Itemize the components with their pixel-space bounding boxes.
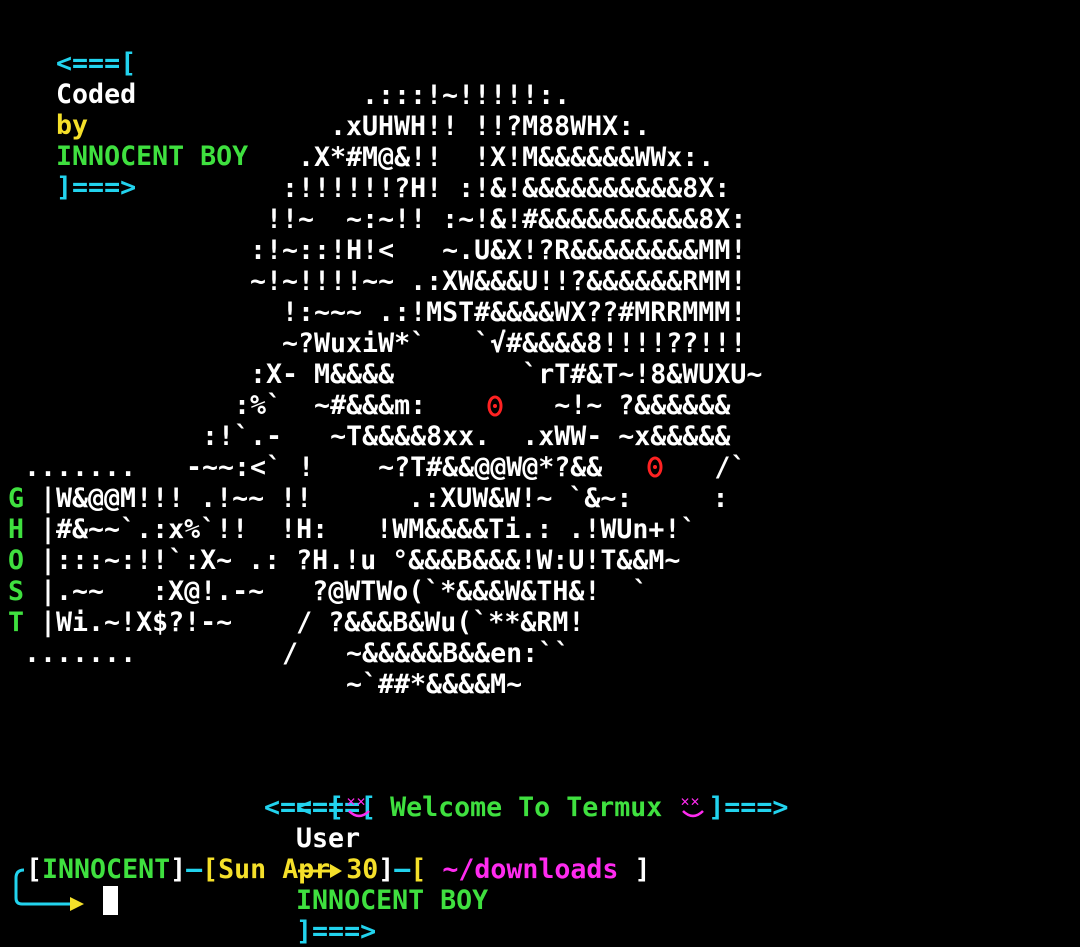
header-by: by (56, 110, 89, 141)
banner-welcome-text: Welcome To Termux (390, 792, 663, 823)
ghost-letter-s: S (8, 576, 25, 607)
prompt-line: [INNOCENT]—[Sun Apr 30]—[ ~/downloads ] (26, 854, 651, 885)
svg-text:✕✕: ✕✕ (346, 795, 366, 809)
banner-welcome-right: ]===> (708, 792, 789, 823)
dizzy-face-icon: ✕✕ (346, 795, 370, 818)
header-left-bracket: <===[ (56, 48, 137, 79)
art-line-11: :%` ~#&&&m: ~!~ ?&&&&&& (234, 390, 731, 421)
header-coded: Coded (56, 79, 137, 110)
art-line-18: |Wi.~!X$?!-~ / ?&&&B&Wu(`**&RM! (40, 607, 585, 638)
prompt-user: INNOCENT (42, 854, 171, 885)
art-line-16: |:::~:!!`:X~ .: ?H.!u °&&&B&&&!W:U!T&&M~ (40, 545, 681, 576)
header-author: INNOCENT BOY (56, 141, 249, 172)
banner-user-name: INNOCENT BOY (296, 885, 489, 916)
ghost-letter-h: H (8, 514, 25, 545)
terminal-cursor[interactable] (103, 886, 118, 915)
svg-text:✕✕: ✕✕ (680, 795, 700, 809)
art-line-12: :!`.- ~T&&&&8xx. .xWW- ~x&&&&& (202, 421, 731, 452)
dizzy-face-icon: ✕✕ (680, 795, 705, 818)
art-line-19: / ~&&&&&B&&en:`` (282, 638, 571, 669)
art-line-13: -~~:<` ! ~?T#&&@@W@*?&& /` (186, 452, 747, 483)
prompt-path: ~/downloads (442, 854, 619, 885)
art-line-3: .X*#M@&!! !X!M&&&&&&WWx:. (298, 142, 715, 173)
ghost-letter-o: O (8, 545, 25, 576)
art-line-2: .xUHWH!! !!?M88WHX:. (330, 111, 651, 142)
banner-user-right: ]===> (296, 916, 377, 947)
left-eye-icon (487, 395, 503, 417)
art-dots-top: ....... (24, 452, 137, 483)
banner-welcome-line: <===[ ✕✕ Welcome To Termux ✕✕ ]===> (264, 792, 788, 823)
art-line-9: ~?WuxiW*` `√#&&&&8!!!!??!!! (282, 328, 747, 359)
art-line-20: ~`##*&&&&M~ (346, 669, 523, 700)
art-line-8: !:~~~ .:!MST#&&&&WX??#MRRMMM! (282, 297, 747, 328)
ghost-letter-t: T (8, 607, 25, 638)
art-line-5: !!~ ~:~!! :~!&!#&&&&&&&&&&8X: (266, 204, 747, 235)
art-line-10: :X- M&&&& `rT#&T~!8&WUXU~ (250, 359, 763, 390)
header-right-bracket: ]===> (56, 172, 137, 203)
art-dots-bottom: ....... (24, 638, 137, 669)
banner-user-label: User (296, 823, 361, 854)
ghost-letter-g: G (8, 483, 25, 514)
prompt-date: Sun Apr 30 (218, 854, 379, 885)
art-line-7: ~!~!!!!~~ .:XW&&&U!!?&&&&&&RMM! (250, 266, 747, 297)
art-line-14: |W&@@M!!! .!~~ !! .:XUW&W!~ `&~: : (40, 483, 729, 514)
art-line-6: :!~::!H!< ~.U&X!?R&&&&&&&&MM! (250, 235, 747, 266)
art-line-17: |.~~ :X@!.-~ ?@WTWo(`*&&&W&TH&! ` (40, 576, 649, 607)
header-line: <===[ Coded by INNOCENT BOY ]===> (24, 17, 248, 203)
banner-welcome-left: <===[ (264, 792, 345, 823)
art-line-15: |#&~~`.:x%`!! !H: !WM&&&&Ti.: .!WUn+!` (40, 514, 697, 545)
art-line-1: .:::!~!!!!!:. (362, 80, 571, 111)
art-line-4: :!!!!!!?H! :!&!&&&&&&&&&&8X: (282, 173, 731, 204)
